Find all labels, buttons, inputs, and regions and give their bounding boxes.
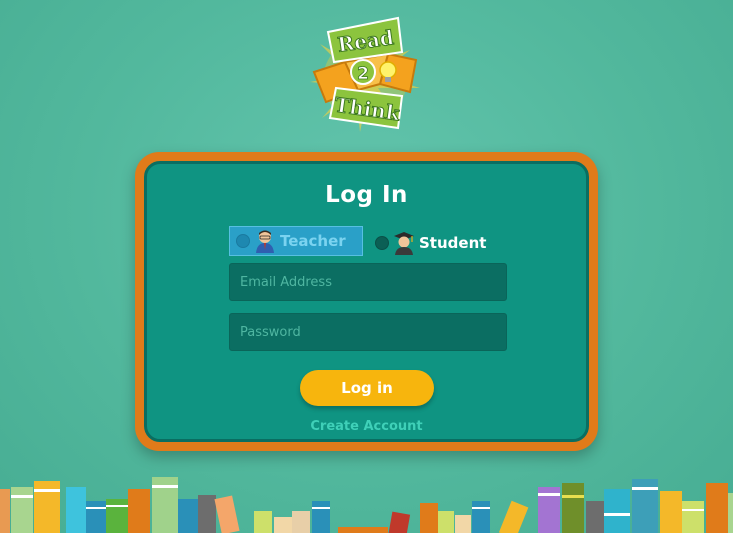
teacher-radio[interactable] — [236, 234, 250, 248]
login-panel: Log In Teacher Student Log — [135, 152, 598, 451]
password-field[interactable] — [229, 313, 507, 351]
read-2-think-logo: Read 2 Think — [310, 16, 420, 132]
page-title: Log In — [325, 182, 408, 208]
logo-word-2: 2 — [357, 64, 369, 84]
role-option-teacher[interactable]: Teacher — [229, 226, 363, 256]
bookshelf-decoration — [0, 477, 733, 533]
role-option-student[interactable]: Student — [375, 228, 486, 258]
books-right — [498, 479, 733, 533]
books-middle — [338, 501, 490, 533]
login-panel-inner: Log In Teacher Student Log — [144, 161, 589, 442]
books-left — [0, 477, 330, 533]
create-account-link[interactable]: Create Account — [147, 419, 586, 434]
login-button[interactable]: Log in — [300, 370, 434, 406]
role-label-student: Student — [419, 234, 487, 252]
student-avatar-icon — [394, 232, 414, 255]
email-field[interactable] — [229, 263, 507, 301]
student-radio[interactable] — [375, 236, 389, 250]
role-label-teacher: Teacher — [280, 232, 346, 250]
teacher-avatar-icon — [256, 230, 274, 253]
